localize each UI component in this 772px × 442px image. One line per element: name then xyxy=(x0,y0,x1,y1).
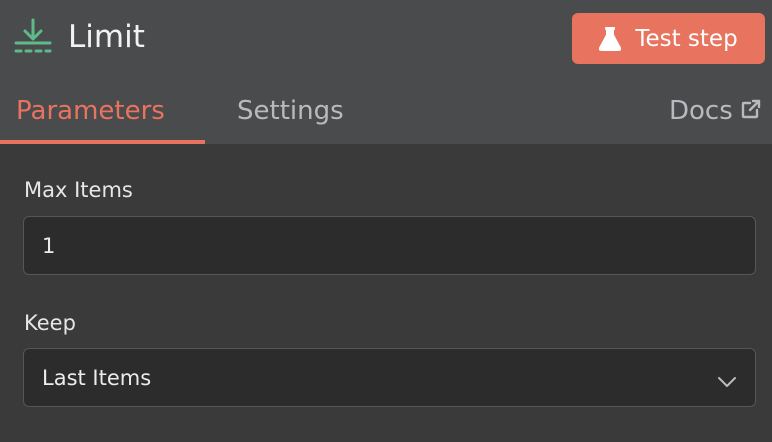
flask-icon xyxy=(599,26,622,51)
node-title: Limit xyxy=(68,19,145,55)
keep-value: Last Items xyxy=(42,365,152,390)
max-items-input[interactable]: 1 xyxy=(23,216,756,275)
test-step-button[interactable]: Test step xyxy=(572,13,765,64)
test-step-label: Test step xyxy=(635,25,738,52)
external-link-icon xyxy=(741,94,761,128)
chevron-down-icon xyxy=(717,369,737,393)
docs-label: Docs xyxy=(669,96,733,126)
max-items-label: Max Items xyxy=(24,178,133,202)
download-limit-icon xyxy=(14,18,52,54)
keep-select[interactable]: Last Items xyxy=(23,348,756,407)
node-header: Limit Test step Parameters Settings Docs xyxy=(0,0,772,144)
max-items-value: 1 xyxy=(42,233,56,258)
title-row: Limit Test step xyxy=(0,0,772,76)
docs-link[interactable]: Docs xyxy=(669,94,761,128)
tab-parameters[interactable]: Parameters xyxy=(16,94,165,128)
parameters-panel: Max Items 1 Keep Last Items xyxy=(0,144,772,442)
keep-label: Keep xyxy=(24,311,76,335)
tab-settings[interactable]: Settings xyxy=(237,94,344,128)
tab-bar: Parameters Settings Docs xyxy=(0,84,772,144)
